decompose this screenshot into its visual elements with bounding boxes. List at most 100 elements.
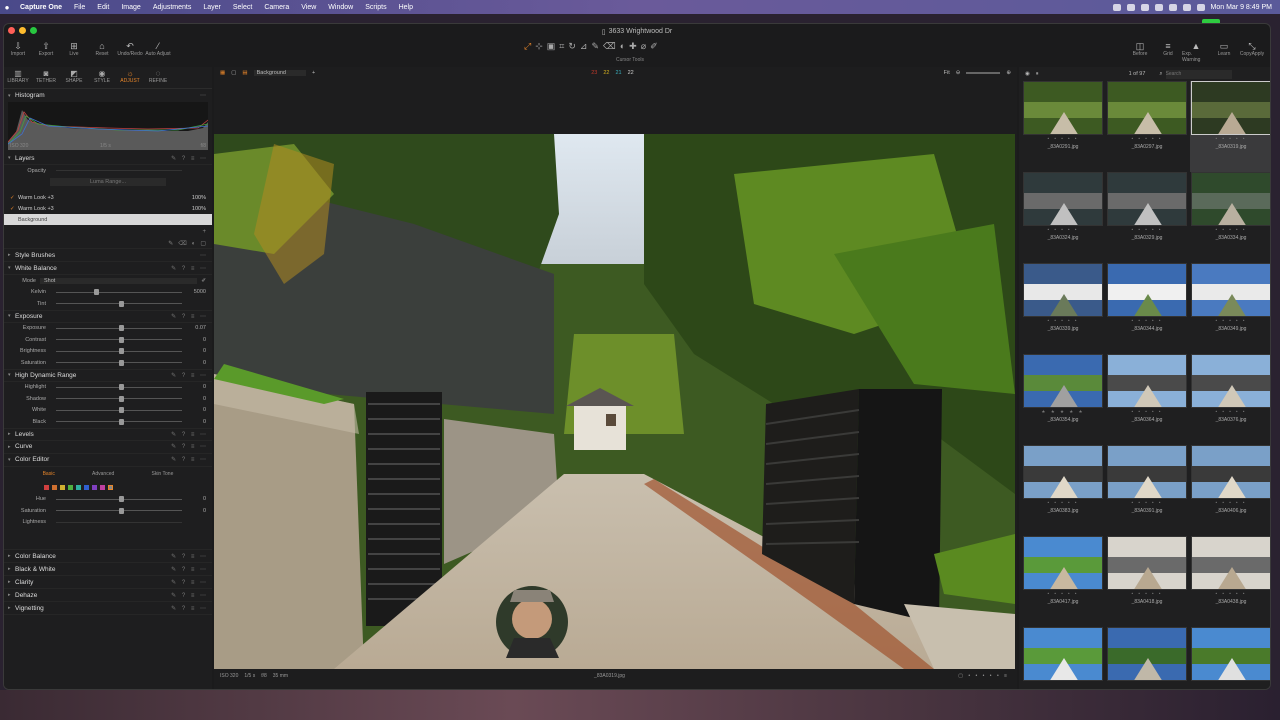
thumbnail-image[interactable]	[1191, 627, 1270, 681]
thumbnail[interactable]: • • • • • _83A0438.jpg	[1190, 536, 1270, 627]
color-editor-header[interactable]: ▾ Color Editor ✎ ? ≡ ⋯	[4, 454, 212, 467]
slider-value[interactable]: 0	[188, 348, 206, 354]
black-white-header[interactable]: ▸ Black & White ✎ ? ≡ ⋯	[4, 563, 212, 576]
tab-tether[interactable]: ◙ TETHER	[32, 67, 60, 88]
thumbnail-rating[interactable]: • • • • •	[1190, 226, 1270, 234]
loupe-icon[interactable]: ▣	[547, 41, 556, 52]
layer-item[interactable]: ✓ Warm Look +3 100%	[4, 203, 212, 214]
variant-select[interactable]: Background	[253, 70, 306, 76]
search-input[interactable]	[1165, 69, 1232, 79]
thumbnail-image[interactable]	[1107, 263, 1187, 317]
curve-header[interactable]: ▸ Curve ✎ ? ≡ ⋯	[4, 441, 212, 454]
rotate-icon[interactable]: ↻	[568, 41, 576, 52]
slider-value[interactable]: 0	[188, 360, 206, 366]
menu-edit[interactable]: Edit	[91, 4, 115, 11]
status-icon[interactable]	[1126, 3, 1135, 11]
crop-icon[interactable]: ⌗	[559, 41, 564, 52]
thumbnail-image[interactable]	[1023, 536, 1103, 590]
levels-header[interactable]: ▸ Levels ✎ ? ≡ ⋯	[4, 427, 212, 441]
layers-header[interactable]: ▾ Layers ✎ ? ≡ ⋯	[4, 152, 212, 165]
undo-redo-button[interactable]: ↶ Undo/Redo	[116, 39, 144, 57]
thumbnail[interactable]: • • • • • _83A0417.jpg	[1022, 536, 1104, 627]
status-icon[interactable]	[1140, 3, 1149, 11]
thumbnail[interactable]: • • • • • _83A0383.jpg	[1022, 445, 1104, 536]
thumbnail-rating[interactable]: • • • • •	[1022, 499, 1104, 507]
thumbnail[interactable]	[1022, 627, 1104, 689]
exposure-slider[interactable]	[56, 325, 182, 332]
thumbnail-rating[interactable]: • • • • •	[1106, 317, 1188, 325]
kelvin-value[interactable]: 5000	[188, 289, 206, 295]
brush-icon[interactable]: ✎	[168, 240, 173, 247]
tab-adjust[interactable]: ☼ ADJUST	[116, 67, 144, 88]
thumbnail-image[interactable]	[1191, 263, 1270, 317]
thumbnail-image[interactable]	[1107, 81, 1187, 135]
white-slider[interactable]	[56, 407, 182, 414]
keystone-icon[interactable]: ⊿	[580, 41, 588, 52]
tab-basic[interactable]: Basic	[43, 471, 55, 477]
clock[interactable]: Mon Mar 9 8:49 PM	[1211, 4, 1272, 11]
brightness-slider[interactable]	[56, 348, 182, 355]
annotate-icon[interactable]: ✐	[650, 41, 658, 52]
thumbnail-image[interactable]	[1191, 172, 1270, 226]
thumbnail-image[interactable]	[1107, 536, 1187, 590]
luma-range-button[interactable]: Luma Range...	[49, 178, 167, 187]
grid-button[interactable]: ≡ Grid	[1154, 39, 1182, 63]
checkmark-icon[interactable]: ✓	[10, 206, 18, 212]
reset-button[interactable]: ⌂ Reset	[88, 39, 116, 57]
saturation-slider[interactable]	[56, 359, 182, 366]
thumbnail-image[interactable]	[1191, 536, 1270, 590]
section-actions[interactable]: ✎ ? ≡ ⋯	[171, 313, 212, 320]
section-actions[interactable]: ✎ ? ≡ ⋯	[171, 579, 212, 586]
thumbnail[interactable]: • • • • • _83A0344.jpg	[1106, 263, 1188, 354]
section-actions[interactable]: ✎ ? ≡ ⋯	[171, 265, 212, 272]
export-button[interactable]: ⇧ Export	[32, 39, 60, 57]
hdr-header[interactable]: ▾ High Dynamic Range ✎ ? ≡ ⋯	[4, 368, 212, 382]
learn-button[interactable]: ▭ Learn	[1210, 39, 1238, 63]
tab-skin-tone[interactable]: Skin Tone	[151, 471, 173, 477]
search-icon[interactable]: ⌕	[1159, 71, 1162, 78]
heal-icon[interactable]: ✚	[629, 41, 637, 52]
histogram-header[interactable]: ▾ Histogram ⋯	[4, 89, 212, 102]
live-button[interactable]: ⊞ Live	[60, 39, 88, 57]
hue-slider[interactable]	[56, 496, 182, 503]
thumbnail[interactable]	[1190, 627, 1270, 689]
slider-value[interactable]: 0	[188, 337, 206, 343]
thumbnail[interactable]: • • • • • _83A0324.jpg	[1022, 172, 1104, 263]
thumbnail-rating[interactable]: ★ ★ ★ ★ ★	[1022, 408, 1104, 416]
status-icon[interactable]	[1154, 3, 1163, 11]
gradient-icon[interactable]: ◐	[620, 41, 625, 52]
zoom-fit[interactable]: Fit	[944, 70, 950, 76]
thumbnail-image[interactable]	[1107, 172, 1187, 226]
thumbnail-image[interactable]	[1023, 263, 1103, 317]
exposure-header[interactable]: ▾ Exposure ✎ ? ≡ ⋯	[4, 309, 212, 323]
rating-dots[interactable]: ▢ • • • • • ≡	[958, 673, 1015, 679]
status-icon[interactable]	[1112, 3, 1121, 11]
more-icon[interactable]: ⋯	[200, 252, 212, 259]
gradient-icon[interactable]: ◐	[192, 241, 196, 247]
eraser-icon[interactable]: ⌫	[178, 240, 186, 247]
swatch-green[interactable]	[68, 484, 73, 490]
menu-help[interactable]: Help	[393, 4, 419, 11]
section-actions[interactable]: ✎ ? ≡ ⋯	[171, 155, 212, 162]
menu-camera[interactable]: Camera	[258, 4, 295, 11]
swatch-cyan[interactable]	[76, 484, 81, 490]
slider-value[interactable]: 0	[188, 419, 206, 425]
kelvin-slider[interactable]	[56, 289, 182, 296]
slider-value[interactable]: 0	[188, 396, 206, 402]
add-variant-icon[interactable]: +	[312, 70, 315, 76]
thumbnail[interactable]: • • • • • _83A0297.jpg	[1106, 81, 1188, 172]
color-balance-header[interactable]: ▸ Color Balance ✎ ? ≡ ⋯	[4, 550, 212, 563]
thumbnail-image[interactable]	[1191, 81, 1270, 135]
opacity-slider[interactable]	[56, 170, 182, 172]
section-actions[interactable]: ✎ ? ≡ ⋯	[171, 443, 212, 450]
search-icon[interactable]	[1182, 3, 1191, 11]
thumbnail[interactable]: ★ ★ ★ ★ ★ _83A0354.jpg	[1022, 354, 1104, 445]
zoom-in-icon[interactable]: ⊕	[1006, 70, 1017, 76]
thumbnail-rating[interactable]: • • • • •	[1190, 317, 1270, 325]
section-actions[interactable]: ✎ ? ≡ ⋯	[171, 553, 212, 560]
thumbnail-rating[interactable]: • • • • •	[1106, 590, 1188, 598]
slider-value[interactable]: 0	[188, 508, 206, 514]
thumbnail-rating[interactable]: • • • • •	[1106, 226, 1188, 234]
vignetting-header[interactable]: ▸ Vignetting ✎ ? ≡ ⋯	[4, 602, 212, 615]
view-toggle-icon[interactable]: ◉	[1025, 71, 1030, 77]
